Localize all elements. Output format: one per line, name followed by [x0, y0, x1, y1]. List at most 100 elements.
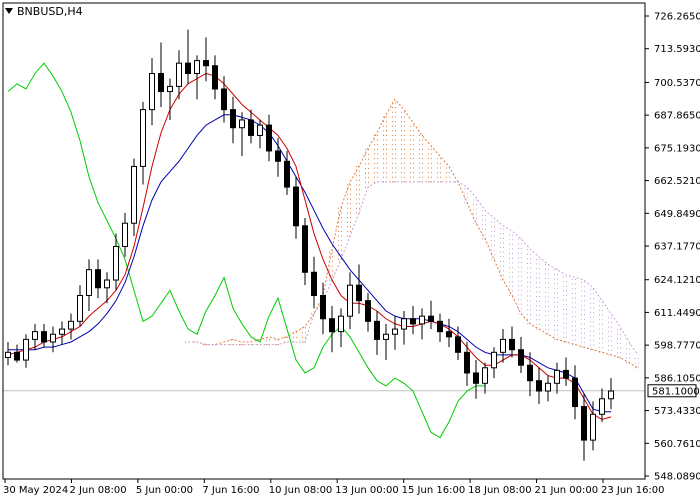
candle-body — [518, 349, 524, 366]
candle-body — [32, 331, 38, 340]
candle-body — [239, 119, 245, 129]
candle-body — [167, 85, 173, 93]
candle-body — [95, 269, 101, 289]
candle-body — [113, 245, 119, 281]
x-tick-label: 30 May 2024 — [3, 485, 68, 496]
y-tick-label: 687.8650 — [654, 111, 700, 122]
candle-body — [437, 320, 443, 333]
y-tick-label: 611.4490 — [654, 308, 700, 319]
candle-body — [122, 222, 128, 247]
candle-body — [23, 338, 29, 361]
y-tick-label: 637.1770 — [654, 242, 700, 253]
candle-body — [581, 406, 587, 441]
candle-body — [284, 160, 290, 188]
y-tick-label: 675.1930 — [654, 143, 700, 154]
candle-body — [77, 295, 83, 322]
x-tick-label: 5 Jun 00:00 — [136, 485, 193, 496]
y-tick-label: 624.1210 — [654, 275, 700, 286]
candle-body — [5, 351, 11, 358]
candle-body — [41, 331, 47, 343]
y-tick-label: 726.2650 — [654, 12, 700, 23]
candle-body — [464, 351, 470, 374]
chart-header[interactable]: BNBUSD,H4 — [5, 5, 83, 18]
candle-body — [356, 284, 362, 302]
candle-body — [266, 124, 272, 152]
candle-body — [419, 315, 425, 325]
price-chart[interactable]: 726.2650 713.5930 700.5370 687.8650 675.1930… — [0, 0, 700, 500]
candle-body — [590, 413, 596, 441]
candle-body — [149, 72, 155, 111]
current-price-label: 581.1000 — [652, 386, 700, 397]
candle-body — [140, 109, 146, 167]
x-tick-label: 23 Jun 16:00 — [601, 485, 665, 496]
candle-body — [365, 300, 371, 322]
candle-body — [203, 60, 209, 67]
candle-body — [410, 318, 416, 325]
candle-body — [59, 328, 65, 335]
candle-body — [545, 382, 551, 392]
candle-body — [599, 398, 605, 415]
candle-body — [383, 333, 389, 340]
x-tick-label: 7 Jun 16:00 — [202, 485, 259, 496]
candle-body — [374, 320, 380, 340]
y-tick-label: 598.7770 — [654, 341, 700, 352]
candle-body — [176, 62, 182, 87]
candle-body — [338, 315, 344, 333]
candle-body — [608, 390, 614, 400]
candle-body — [104, 279, 110, 289]
candle-body — [572, 377, 578, 408]
price-axis: 726.2650 713.5930 700.5370 687.8650 675.1930… — [645, 12, 700, 483]
candle-body — [455, 336, 461, 353]
x-tick-label: 21 Jun 00:00 — [535, 485, 599, 496]
y-tick-label: 662.5210 — [654, 176, 700, 187]
candle-body — [311, 271, 317, 297]
candle-body — [554, 369, 560, 384]
candle-body — [473, 372, 479, 384]
candle-body — [185, 62, 191, 74]
x-tick-label: 2 Jun 08:00 — [69, 485, 126, 496]
y-tick-label: 713.5930 — [654, 44, 700, 55]
candle-body — [14, 351, 20, 361]
candle-body — [536, 380, 542, 392]
candle-body — [86, 269, 92, 297]
y-tick-label: 649.8490 — [654, 209, 700, 220]
current-price-marker: 581.1000 — [647, 384, 700, 398]
candle-body — [482, 367, 488, 384]
candle-body — [131, 165, 137, 224]
y-tick-label: 700.5370 — [654, 78, 700, 89]
candle-body — [302, 225, 308, 273]
candle-body — [320, 295, 326, 320]
candle-body — [257, 124, 263, 136]
x-tick-label: 10 Jun 08:00 — [269, 485, 333, 496]
candle-body — [563, 369, 569, 379]
candle-body — [50, 333, 56, 343]
candle-body — [221, 88, 227, 111]
candle-body — [212, 65, 218, 90]
symbol-timeframe-label: BNBUSD,H4 — [17, 5, 83, 18]
y-tick-label: 560.7610 — [654, 439, 700, 450]
y-tick-label: 586.1050 — [654, 373, 700, 384]
y-tick-label: 548.0890 — [654, 472, 700, 483]
x-tick-label: 18 Jun 08:00 — [468, 485, 532, 496]
candle-body — [329, 318, 335, 333]
candle-body — [158, 72, 164, 93]
candle-body — [230, 109, 236, 129]
candle-body — [194, 60, 200, 74]
candle-body — [500, 338, 506, 353]
candle-body — [509, 338, 515, 351]
candle-body — [446, 331, 452, 338]
candle-body — [527, 364, 533, 382]
chart-canvas[interactable]: 726.2650 713.5930 700.5370 687.8650 675.1930… — [0, 0, 700, 500]
x-tick-label: 15 Jun 16:00 — [402, 485, 466, 496]
candle-body — [401, 318, 407, 330]
candle-body — [428, 315, 434, 322]
candle-body — [68, 320, 74, 330]
candle-body — [392, 328, 398, 335]
y-tick-label: 573.4330 — [654, 406, 700, 417]
candle-body — [275, 150, 281, 162]
candle-body — [491, 351, 497, 369]
candle-body — [347, 284, 353, 317]
candle-body — [293, 186, 299, 227]
candle-body — [248, 119, 254, 136]
x-tick-label: 13 Jun 00:00 — [335, 485, 399, 496]
